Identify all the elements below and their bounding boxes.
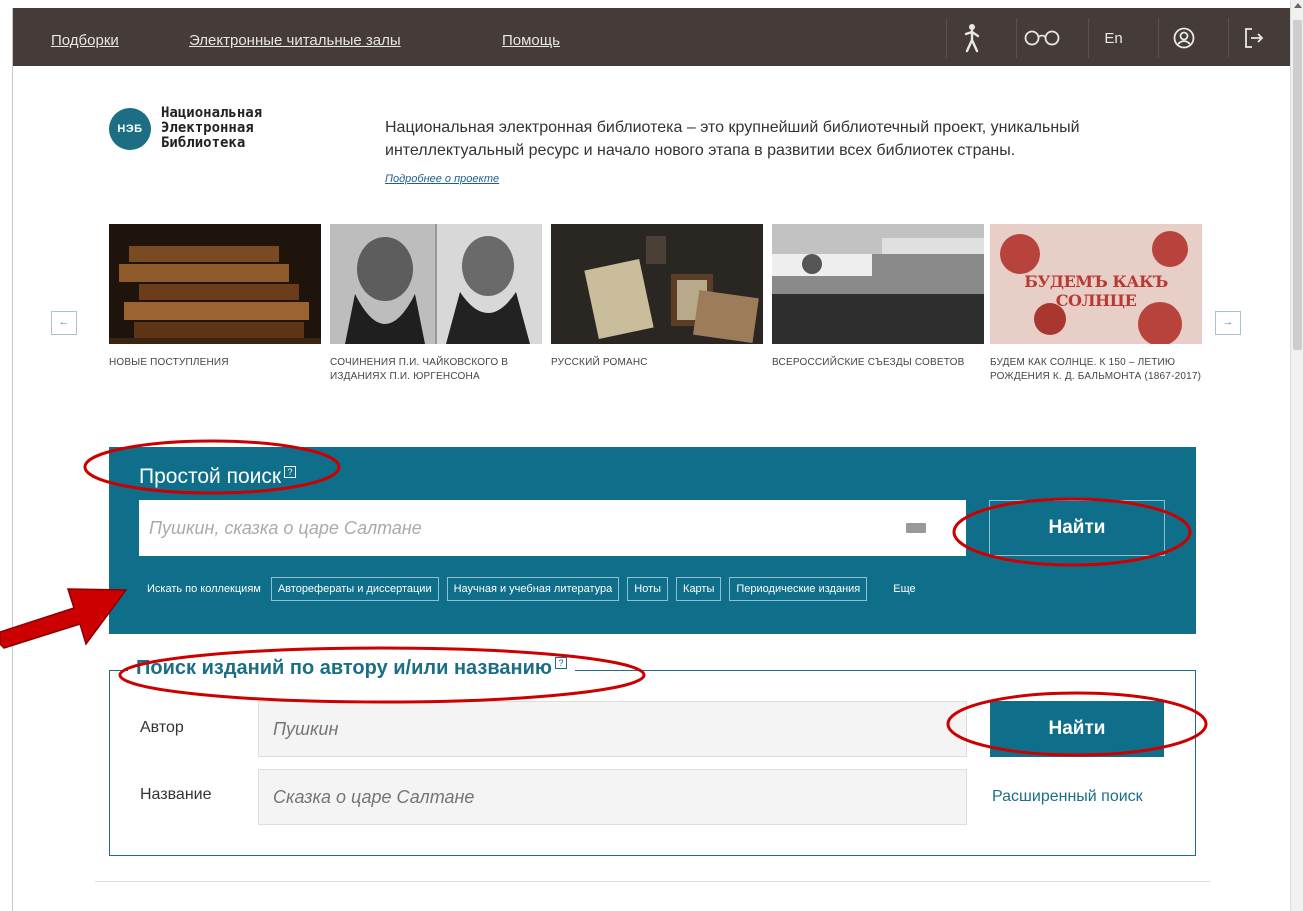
carousel-slide[interactable]: Сочинения П.И. Чайковского в изданиях П.… bbox=[330, 224, 542, 384]
author-title-search-title: Поиск изданий по автору и/или названию? bbox=[128, 657, 575, 680]
carousel-slide[interactable]: Русский романс bbox=[551, 224, 763, 370]
author-title-search-title-text: Поиск изданий по автору и/или названию bbox=[136, 657, 552, 679]
intro-block: Национальная электронная библиотека – эт… bbox=[385, 116, 1205, 191]
slide-image-congress-hall bbox=[772, 224, 984, 344]
divider bbox=[95, 881, 1210, 882]
carousel-slide[interactable]: БУДЕМЪ КАКЪ СОЛНЦЕ Будем как солнце. К 1… bbox=[990, 224, 1202, 384]
author-search-button[interactable]: Найти bbox=[990, 701, 1164, 757]
title-input[interactable] bbox=[258, 769, 967, 825]
simple-search-panel: Простой поиск? Найти Искать по коллекция… bbox=[109, 447, 1196, 634]
vertical-scrollbar[interactable] bbox=[1290, 0, 1303, 911]
scroll-thumb[interactable] bbox=[1293, 20, 1302, 350]
logo-badge: НЭБ bbox=[109, 107, 151, 150]
logo-line-2: Электронная bbox=[161, 120, 254, 136]
accessibility-button[interactable] bbox=[946, 18, 996, 58]
author-label: Автор bbox=[140, 719, 184, 736]
collection-chip[interactable]: Карты bbox=[676, 577, 722, 601]
collection-chip[interactable]: Ноты bbox=[627, 577, 669, 601]
carousel-prev-button[interactable]: ← bbox=[51, 311, 77, 335]
logo-line-3: Библиотека bbox=[161, 135, 246, 151]
nav-link-collections[interactable]: Подборки bbox=[51, 8, 119, 66]
help-icon[interactable]: ? bbox=[284, 466, 297, 478]
simple-search-input[interactable] bbox=[139, 500, 966, 556]
nav-link-reading-rooms[interactable]: Электронные читальные залы bbox=[189, 8, 401, 66]
collections-row: Искать по коллекциям Авторефераты и дисс… bbox=[147, 577, 916, 601]
low-vision-button[interactable] bbox=[1016, 18, 1066, 58]
carousel-slide[interactable]: Новые поступления bbox=[109, 224, 321, 370]
simple-search-title-text: Простой поиск bbox=[139, 465, 282, 488]
login-icon bbox=[1244, 28, 1263, 48]
about-project-link[interactable]: Подробнее о проекте bbox=[385, 168, 1205, 191]
account-button[interactable] bbox=[1158, 18, 1208, 58]
nav-link-help[interactable]: Помощь bbox=[502, 8, 560, 66]
intro-text: Национальная электронная библиотека – эт… bbox=[385, 119, 1080, 159]
carousel-next-button[interactable]: → bbox=[1215, 311, 1241, 335]
slide-image-romance-still-life bbox=[551, 224, 763, 344]
slide-caption: Будем как солнце. К 150 – летию рождения… bbox=[990, 357, 1202, 382]
carousel-slide[interactable]: Всероссийские съезды Советов bbox=[772, 224, 984, 370]
page: Подборки Электронные читальные залы Помо… bbox=[12, 8, 1291, 911]
simple-search-title: Простой поиск? bbox=[139, 465, 297, 489]
slide-caption: Русский романс bbox=[551, 357, 648, 368]
slide-image-book-cover: БУДЕМЪ КАКЪ СОЛНЦЕ bbox=[990, 224, 1202, 344]
site-logo[interactable]: НЭБ Национальная Электронная Библиотека bbox=[109, 106, 262, 151]
slide-caption: Новые поступления bbox=[109, 357, 229, 368]
collection-chip[interactable]: Авторефераты и диссертации bbox=[270, 577, 439, 601]
help-icon[interactable]: ? bbox=[554, 657, 567, 669]
accessibility-icon bbox=[964, 24, 979, 53]
title-label: Название bbox=[140, 786, 212, 803]
glasses-icon bbox=[1024, 30, 1059, 46]
slide-caption: Сочинения П.И. Чайковского в изданиях П.… bbox=[330, 357, 509, 382]
author-title-search-panel: Поиск изданий по автору и/или названию? … bbox=[109, 657, 1196, 856]
top-nav: Подборки Электронные читальные залы Помо… bbox=[13, 8, 1291, 66]
collection-chip[interactable]: Периодические издания bbox=[729, 577, 868, 601]
more-collections-link[interactable]: Еще bbox=[893, 583, 915, 595]
logo-name: Национальная Электронная Библиотека bbox=[161, 106, 262, 151]
user-icon bbox=[1173, 27, 1194, 49]
collections-label: Искать по коллекциям bbox=[147, 583, 261, 595]
slide-image-old-books bbox=[109, 224, 321, 344]
simple-search-button[interactable]: Найти bbox=[989, 500, 1165, 556]
slide-image-two-portraits bbox=[330, 224, 542, 344]
book-cover-title: БУДЕМЪ КАКЪ СОЛНЦЕ bbox=[1024, 272, 1168, 310]
keyboard-icon[interactable] bbox=[906, 523, 926, 533]
language-switch[interactable]: En bbox=[1088, 18, 1138, 58]
advanced-search-link[interactable]: Расширенный поиск bbox=[992, 788, 1143, 806]
author-input[interactable] bbox=[258, 701, 967, 757]
login-button[interactable] bbox=[1228, 18, 1278, 58]
collection-chip[interactable]: Научная и учебная литература bbox=[446, 577, 620, 601]
slide-caption: Всероссийские съезды Советов bbox=[772, 357, 965, 368]
scroll-up-arrow[interactable] bbox=[1294, 3, 1302, 8]
logo-line-1: Национальная bbox=[161, 105, 263, 121]
